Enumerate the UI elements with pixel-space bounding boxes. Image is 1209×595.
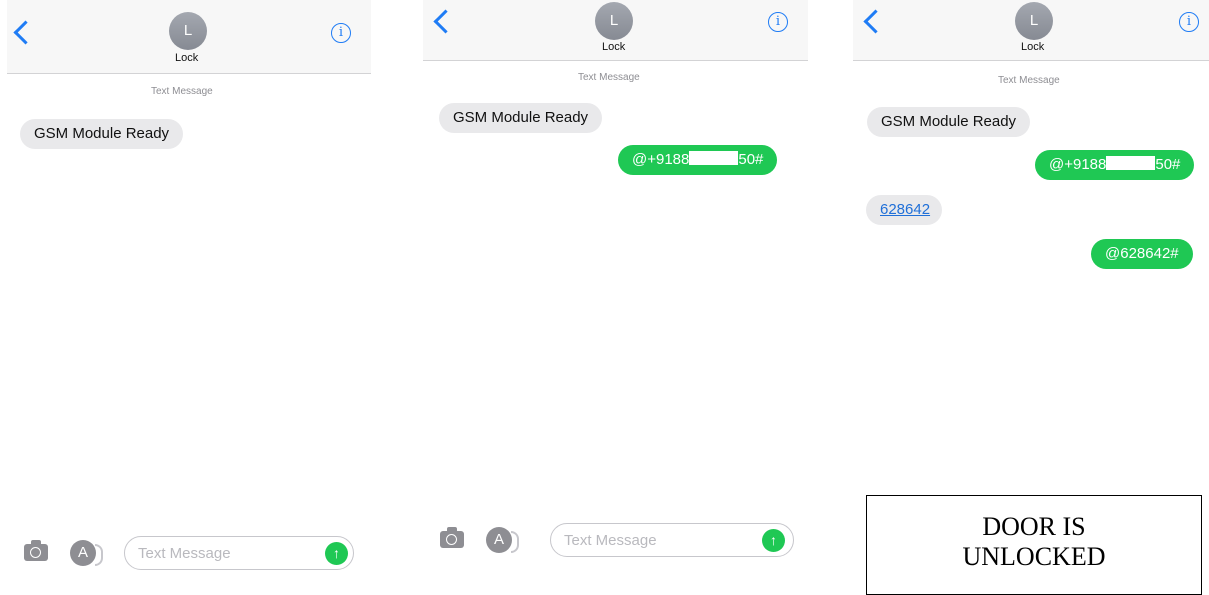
send-button[interactable]: ↑ <box>762 529 785 552</box>
nav-bar: L Lock i <box>853 0 1209 61</box>
info-icon[interactable]: i <box>1179 12 1199 32</box>
incoming-code-message: 628642 <box>866 195 943 225</box>
contact-name[interactable]: Lock <box>1021 41 1044 53</box>
composer-bar: A ↑ <box>423 520 808 560</box>
back-chevron-icon[interactable] <box>13 20 38 45</box>
camera-icon[interactable] <box>24 540 48 561</box>
message-input[interactable] <box>124 536 354 570</box>
info-icon[interactable]: i <box>768 12 788 32</box>
door-status-line-2: UNLOCKED <box>962 542 1106 571</box>
contact-avatar[interactable]: L <box>1015 2 1053 40</box>
contact-name[interactable]: Lock <box>175 52 198 64</box>
phone-suffix: 50# <box>1155 156 1181 173</box>
incoming-message: GSM Module Ready <box>20 119 184 149</box>
incoming-message: GSM Module Ready <box>439 103 603 133</box>
outgoing-message: @+9188 50# <box>618 145 778 175</box>
conversation-label: Text Message <box>578 72 640 83</box>
camera-icon[interactable] <box>440 527 464 548</box>
incoming-message: GSM Module Ready <box>867 107 1031 137</box>
message-screen-1: L Lock i Text Message GSM Module Ready A… <box>7 0 371 576</box>
nav-bar: L Lock i <box>7 0 371 74</box>
message-screen-2: L Lock i Text Message GSM Module Ready @… <box>423 0 808 576</box>
door-status-line-1: DOOR IS <box>982 512 1086 541</box>
phone-suffix: 50# <box>738 151 764 168</box>
back-chevron-icon[interactable] <box>863 9 888 34</box>
phone-prefix: @+9188 <box>632 151 690 168</box>
phone-prefix: @+9188 <box>1049 156 1107 173</box>
nav-bar: L Lock i <box>423 0 808 61</box>
contact-avatar[interactable]: L <box>595 2 633 40</box>
conversation-label: Text Message <box>998 75 1060 86</box>
contact-avatar[interactable]: L <box>169 12 207 50</box>
redaction-box <box>689 151 739 165</box>
conversation-label: Text Message <box>151 86 213 97</box>
message-input[interactable] <box>550 523 794 557</box>
composer-bar: A ↑ <box>7 533 371 573</box>
appstore-icon[interactable]: A <box>486 527 519 553</box>
back-chevron-icon[interactable] <box>433 9 458 34</box>
info-icon[interactable]: i <box>331 23 351 43</box>
message-screen-3: L Lock i Text Message GSM Module Ready @… <box>853 0 1209 576</box>
door-status-box: DOOR IS UNLOCKED <box>866 495 1202 595</box>
redaction-box <box>1106 156 1156 170</box>
contact-name[interactable]: Lock <box>602 41 625 53</box>
send-button[interactable]: ↑ <box>325 542 348 565</box>
appstore-icon[interactable]: A <box>70 540 103 566</box>
code-link[interactable]: 628642 <box>880 201 930 218</box>
outgoing-message: @+9188 50# <box>1035 150 1195 180</box>
outgoing-code-message: @628642# <box>1091 239 1193 269</box>
